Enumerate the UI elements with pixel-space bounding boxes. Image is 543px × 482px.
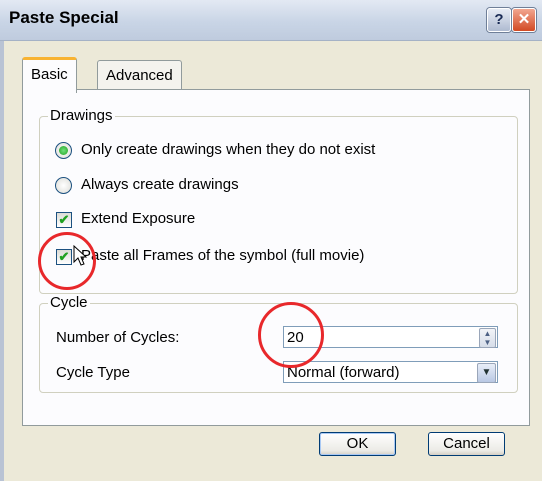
cycle-type-select[interactable]: Normal (forward) ▼ [283, 361, 498, 383]
drawings-group-legend: Drawings [48, 107, 115, 124]
tab-advanced-label: Advanced [106, 67, 173, 84]
close-button[interactable]: ✕ [512, 8, 536, 32]
cycle-type-label: Cycle Type [56, 364, 130, 381]
tab-basic[interactable]: Basic [22, 57, 77, 93]
ok-button[interactable]: OK [319, 432, 396, 456]
extend-exposure-label[interactable]: Extend Exposure [81, 210, 195, 227]
window-title: Paste Special [9, 8, 119, 27]
chevron-down-icon[interactable]: ▼ [477, 363, 496, 383]
tab-basic-label: Basic [31, 66, 68, 83]
spin-down-icon[interactable]: ▼ [480, 338, 495, 347]
paste-all-frames-label[interactable]: Paste all Frames of the symbol (full mov… [81, 247, 364, 264]
close-icon: ✕ [517, 11, 531, 28]
highlight-circle-cycles [258, 302, 324, 368]
ok-button-label: OK [346, 435, 369, 452]
cancel-button-label: Cancel [443, 435, 490, 452]
only-create-radio[interactable] [55, 142, 72, 159]
cancel-button[interactable]: Cancel [428, 432, 505, 456]
help-icon: ? [494, 11, 504, 28]
always-create-label[interactable]: Always create drawings [81, 176, 239, 193]
only-create-label[interactable]: Only create drawings when they do not ex… [81, 141, 375, 158]
spin-up-icon[interactable]: ▲ [480, 329, 495, 338]
extend-exposure-checkbox[interactable]: ✔ [56, 212, 72, 228]
window-border [0, 41, 4, 481]
cycle-type-value: Normal (forward) [287, 364, 400, 381]
tab-advanced[interactable]: Advanced [97, 60, 182, 90]
cycles-spinner[interactable]: ▲ ▼ [479, 328, 496, 348]
check-mark-icon: ✔ [58, 212, 70, 227]
help-button[interactable]: ? [487, 8, 511, 32]
number-of-cycles-label: Number of Cycles: [56, 329, 180, 346]
paste-special-dialog: Paste Special ? ✕ Basic Advanced Drawing… [0, 0, 542, 481]
mouse-cursor-icon [73, 245, 88, 266]
title-bar: Paste Special ? ✕ [0, 0, 542, 41]
cycle-group-legend: Cycle [48, 294, 90, 311]
always-create-radio[interactable] [55, 177, 72, 194]
basic-tab-panel: Drawings Only create drawings when they … [22, 89, 530, 426]
